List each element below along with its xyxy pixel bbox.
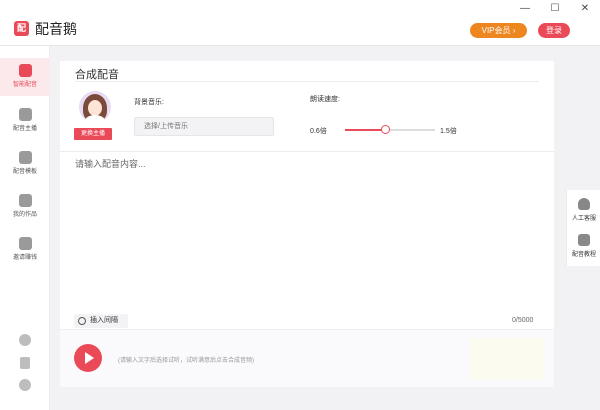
right-floating-panel: 人工客服 配音教程: [566, 190, 600, 266]
speed-max-label: 1.5倍: [440, 128, 457, 135]
dubbing-content-input[interactable]: [75, 157, 539, 312]
background-music-label: 背景音乐:: [134, 99, 164, 106]
tutorial-button[interactable]: 配音教程: [567, 228, 600, 264]
customer-service-label: 人工客服: [571, 216, 596, 222]
synthesize-area: [470, 338, 544, 380]
headset-icon: [578, 198, 590, 210]
sidebar-item-label: 配音主播: [12, 126, 37, 132]
settings-icon[interactable]: [19, 379, 31, 391]
person-icon: [18, 108, 32, 121]
sidebar-item-label: 邀请赚钱: [12, 255, 37, 261]
character-count: 0/5000: [512, 317, 534, 324]
window-controls: — ☐ ✕: [510, 0, 600, 18]
tutorial-label: 配音教程: [571, 252, 596, 258]
phone-icon[interactable]: [20, 357, 30, 369]
sidebar: 智能配音 配音主播 配音模板 我的作品 邀请赚钱: [0, 46, 50, 410]
reading-speed-label: 朗读速度:: [310, 96, 340, 103]
sidebar-item-voice-actors[interactable]: 配音主播: [0, 102, 50, 140]
money-bag-icon: [18, 237, 32, 250]
title-divider: [75, 81, 539, 82]
panel-title: 合成配音: [75, 69, 119, 81]
playback-hint: (请输入文字后选择试听，试听满意后点击合成音频): [118, 358, 254, 364]
minimize-button[interactable]: —: [510, 0, 540, 18]
sidebar-item-label: 智能配音: [12, 82, 37, 88]
ear-wave-icon: [18, 64, 32, 77]
vip-membership-button[interactable]: VIP会员 ›: [470, 23, 527, 38]
speed-slider-thumb[interactable]: [380, 125, 390, 134]
template-icon: [18, 151, 32, 164]
voice-actor-avatar[interactable]: [79, 91, 111, 123]
customer-service-button[interactable]: 人工客服: [567, 192, 600, 228]
folder-icon: [18, 194, 32, 207]
title-bar: 配 配音鹅 — ☐ ✕ VIP会员 › 登录: [0, 0, 600, 46]
sidebar-item-label: 配音模板: [12, 169, 37, 175]
section-divider: [60, 151, 554, 152]
speed-min-label: 0.6倍: [310, 128, 327, 135]
maximize-button[interactable]: ☐: [540, 0, 570, 18]
play-icon: [85, 352, 94, 364]
login-button[interactable]: 登录: [538, 23, 570, 38]
tiktok-icon[interactable]: [19, 334, 31, 346]
app-title: 配音鹅: [35, 21, 77, 37]
sidebar-item-invite-earn[interactable]: 邀请赚钱: [0, 231, 50, 269]
speed-slider-fill: [345, 129, 385, 131]
play-button[interactable]: [74, 344, 102, 372]
book-icon: [578, 234, 590, 246]
sidebar-item-label: 我的作品: [12, 212, 37, 218]
app-logo-icon: 配: [14, 21, 29, 36]
sidebar-item-smart-dubbing[interactable]: 智能配音: [0, 58, 50, 96]
clock-icon: [78, 317, 86, 325]
playback-bar: (请输入文字后选择试听，试听满意后点击合成音频): [60, 329, 554, 387]
synthesis-panel: 合成配音 更换主播 背景音乐: 朗读速度: 0.6倍 1.5倍 插入间隔 0/5…: [60, 61, 554, 387]
close-button[interactable]: ✕: [570, 0, 600, 18]
insert-pause-label: 插入间隔: [90, 317, 118, 324]
change-voice-actor-button[interactable]: 更换主播: [74, 128, 112, 140]
sidebar-item-my-works[interactable]: 我的作品: [0, 188, 50, 226]
insert-pause-button[interactable]: 插入间隔: [74, 314, 128, 328]
background-music-input[interactable]: [134, 117, 274, 136]
sidebar-item-templates[interactable]: 配音模板: [0, 145, 50, 183]
